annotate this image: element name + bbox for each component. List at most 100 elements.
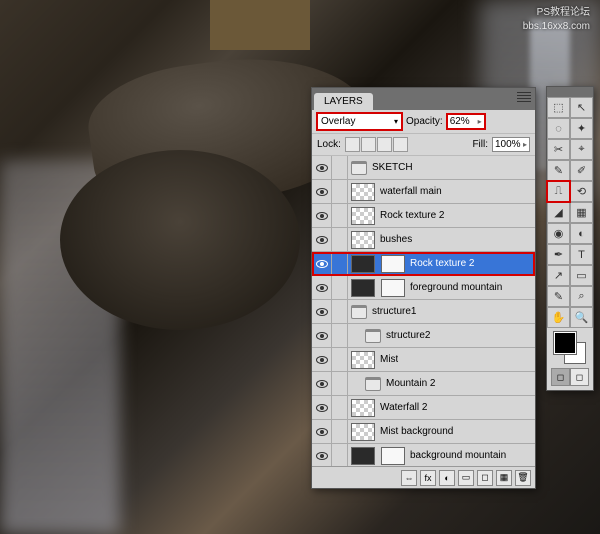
layer-thumbnail[interactable]	[365, 377, 381, 391]
opacity-input[interactable]: 62%	[447, 114, 485, 129]
layer-thumbnail[interactable]	[351, 447, 375, 465]
visibility-toggle[interactable]	[312, 228, 332, 252]
layer-row-rock-texture-2[interactable]: Rock texture 2	[312, 252, 535, 276]
lock-all-icon[interactable]	[393, 137, 408, 152]
layer-name[interactable]: waterfall main	[378, 186, 442, 197]
layer-row-waterfall-2[interactable]: Waterfall 2	[312, 396, 535, 420]
layer-row-structure2[interactable]: structure2	[312, 324, 535, 348]
layer-row-mist[interactable]: Mist	[312, 348, 535, 372]
layer-thumbnail[interactable]	[351, 399, 375, 417]
layer-thumbnail[interactable]	[351, 207, 375, 225]
history-tool[interactable]: ⟲	[570, 181, 593, 202]
layer-row-waterfall-main[interactable]: waterfall main	[312, 180, 535, 204]
link-cell[interactable]	[332, 372, 348, 396]
link-cell[interactable]	[332, 324, 348, 348]
blend-mode-select[interactable]: Overlay	[317, 113, 402, 130]
brush-tool[interactable]: ✐	[570, 160, 593, 181]
layer-thumbnail[interactable]	[365, 329, 381, 343]
layer-row-bushes[interactable]: bushes	[312, 228, 535, 252]
layer-row-foreground-mountain[interactable]: foreground mountain	[312, 276, 535, 300]
layer-name[interactable]: structure2	[384, 330, 430, 341]
layer-row-mist-background[interactable]: Mist background	[312, 420, 535, 444]
link-cell[interactable]	[332, 204, 348, 228]
fill-input[interactable]: 100%	[492, 137, 530, 152]
layer-thumbnail[interactable]	[351, 305, 367, 319]
link-cell[interactable]	[332, 252, 348, 276]
link-cell[interactable]	[332, 276, 348, 300]
marquee-tool[interactable]: ⬚	[547, 97, 570, 118]
layer-name[interactable]: Rock texture 2	[408, 258, 474, 269]
layers-list[interactable]: SKETCH waterfall main Rock texture 2 bushes…	[312, 156, 535, 466]
layer-thumbnail[interactable]	[351, 279, 375, 297]
healing-tool[interactable]: ✎	[547, 160, 570, 181]
layer-name[interactable]: structure1	[370, 306, 416, 317]
layer-name[interactable]: background mountain	[408, 450, 506, 461]
standard-mode-button[interactable]: ◻	[551, 368, 570, 386]
move-tool[interactable]: ↖	[570, 97, 593, 118]
visibility-toggle[interactable]	[312, 372, 332, 396]
visibility-toggle[interactable]	[312, 276, 332, 300]
layer-row-sketch[interactable]: SKETCH	[312, 156, 535, 180]
notes-tool[interactable]: ✎	[547, 286, 570, 307]
slice-tool[interactable]: ⌖	[570, 139, 593, 160]
hand-tool[interactable]: ✋	[547, 307, 570, 328]
layer-mask-thumbnail[interactable]	[381, 447, 405, 465]
foreground-background-colors[interactable]	[554, 332, 586, 364]
layers-tab[interactable]: LAYERS	[314, 93, 373, 110]
lock-position-icon[interactable]	[377, 137, 392, 152]
layer-name[interactable]: Waterfall 2	[378, 402, 427, 413]
footer-button-5[interactable]: ▦	[496, 470, 512, 486]
eraser-tool[interactable]: ◢	[547, 202, 570, 223]
layer-row-background-mountain[interactable]: background mountain	[312, 444, 535, 466]
visibility-toggle[interactable]	[312, 348, 332, 372]
layer-row-structure1[interactable]: structure1	[312, 300, 535, 324]
layer-name[interactable]: bushes	[378, 234, 412, 245]
footer-button-1[interactable]: fx	[420, 470, 436, 486]
layer-name[interactable]: Mist	[378, 354, 398, 365]
footer-button-0[interactable]: ⇔	[401, 470, 417, 486]
pen-tool[interactable]: ✒	[547, 244, 570, 265]
link-cell[interactable]	[332, 420, 348, 444]
toolbox-header[interactable]	[547, 87, 593, 97]
link-cell[interactable]	[332, 180, 348, 204]
visibility-toggle[interactable]	[312, 396, 332, 420]
shape-tool[interactable]: ▭	[570, 265, 593, 286]
layer-name[interactable]: Rock texture 2	[378, 210, 444, 221]
visibility-toggle[interactable]	[312, 204, 332, 228]
layer-name[interactable]: foreground mountain	[408, 282, 502, 293]
lasso-tool[interactable]: ◌	[547, 118, 570, 139]
layer-thumbnail[interactable]	[351, 161, 367, 175]
layer-thumbnail[interactable]	[351, 351, 375, 369]
dodge-tool[interactable]: ◐	[570, 223, 593, 244]
layer-row-rock-texture-2[interactable]: Rock texture 2	[312, 204, 535, 228]
foreground-color[interactable]	[554, 332, 576, 354]
layer-name[interactable]: Mist background	[378, 426, 453, 437]
link-cell[interactable]	[332, 348, 348, 372]
visibility-toggle[interactable]	[312, 444, 332, 467]
footer-button-4[interactable]: ◻	[477, 470, 493, 486]
gradient-tool[interactable]: ▦	[570, 202, 593, 223]
footer-button-6[interactable]: 🗑	[515, 470, 531, 486]
stamp-tool[interactable]: ⎍	[547, 181, 570, 202]
zoom-tool[interactable]: 🔍	[570, 307, 593, 328]
layer-mask-thumbnail[interactable]	[381, 279, 405, 297]
visibility-toggle[interactable]	[312, 156, 332, 180]
link-cell[interactable]	[332, 156, 348, 180]
link-cell[interactable]	[332, 444, 348, 467]
layer-thumbnail[interactable]	[351, 423, 375, 441]
quickmask-mode-button[interactable]: ◻	[570, 368, 589, 386]
footer-button-3[interactable]: ▭	[458, 470, 474, 486]
link-cell[interactable]	[332, 396, 348, 420]
layer-thumbnail[interactable]	[351, 183, 375, 201]
blur-tool[interactable]: ◉	[547, 223, 570, 244]
visibility-toggle[interactable]	[312, 420, 332, 444]
wand-tool[interactable]: ✦	[570, 118, 593, 139]
layer-row-mountain-2[interactable]: Mountain 2	[312, 372, 535, 396]
visibility-toggle[interactable]	[312, 180, 332, 204]
layers-panel[interactable]: LAYERS Overlay Opacity: 62% Lock: Fill: …	[311, 87, 536, 489]
layer-thumbnail[interactable]	[351, 231, 375, 249]
lock-transparency-icon[interactable]	[345, 137, 360, 152]
toolbox[interactable]: ⬚↖◌✦✂⌖✎✐⎍⟲◢▦◉◐✒T↗▭✎⌕✋🔍 ◻ ◻	[546, 86, 594, 391]
layer-name[interactable]: Mountain 2	[384, 378, 435, 389]
path-tool[interactable]: ↗	[547, 265, 570, 286]
